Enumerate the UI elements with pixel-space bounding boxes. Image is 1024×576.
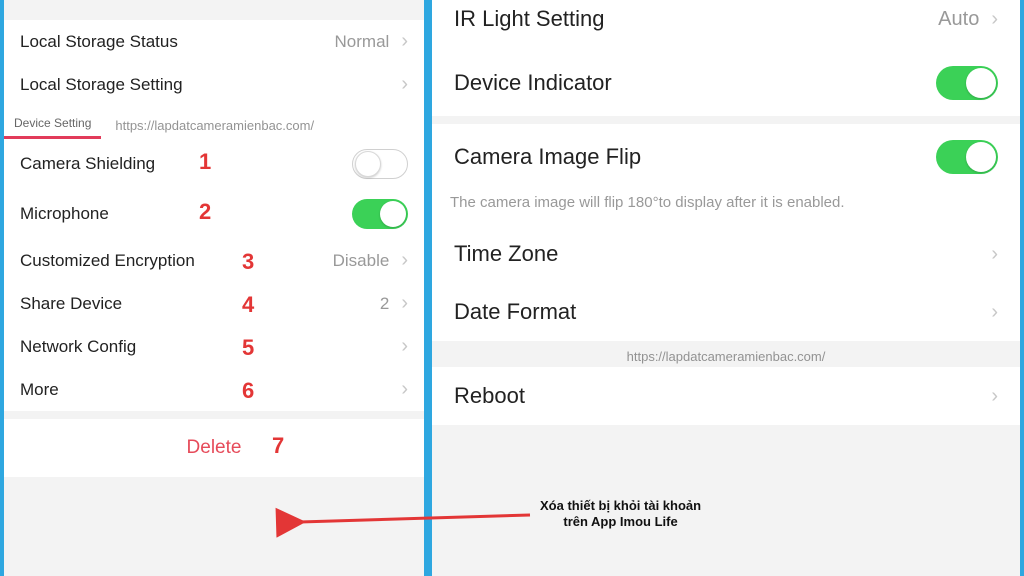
chevron-right-icon: › xyxy=(401,378,408,401)
annotation-number-2: 2 xyxy=(199,199,211,225)
microphone-label: Microphone xyxy=(20,204,109,224)
camera-image-flip-toggle[interactable] xyxy=(936,140,998,174)
local-storage-setting-row[interactable]: Local Storage Setting › xyxy=(4,63,424,106)
date-format-label: Date Format xyxy=(454,299,576,325)
annotation-number-3: 3 xyxy=(242,249,254,275)
microphone-row[interactable]: Microphone xyxy=(4,189,424,239)
chevron-right-icon: › xyxy=(991,301,998,324)
share-device-value: 2 xyxy=(380,294,389,314)
more-label: More xyxy=(20,380,59,400)
network-config-label: Network Config xyxy=(20,337,136,357)
camera-image-flip-row[interactable]: Camera Image Flip xyxy=(432,124,1020,190)
ir-light-row[interactable]: IR Light Setting Auto › xyxy=(432,0,1020,50)
annotation-note: Xóa thiết bị khỏi tài khoản trên App Imo… xyxy=(540,498,701,531)
customized-encryption-row[interactable]: Customized Encryption Disable › xyxy=(4,239,424,282)
ir-light-label: IR Light Setting xyxy=(454,6,604,32)
more-row[interactable]: More › xyxy=(4,368,424,411)
camera-image-flip-label: Camera Image Flip xyxy=(454,144,641,170)
chevron-right-icon: › xyxy=(991,243,998,266)
delete-label: Delete xyxy=(187,437,242,458)
customized-encryption-label: Customized Encryption xyxy=(20,251,195,271)
ir-light-value: Auto xyxy=(938,8,979,31)
device-indicator-row[interactable]: Device Indicator xyxy=(432,50,1020,116)
tab-bar: Device Setting https://lapdatcameramienb… xyxy=(4,106,424,139)
camera-shielding-toggle[interactable] xyxy=(352,149,408,179)
annotation-number-7: 7 xyxy=(272,433,284,459)
device-indicator-toggle[interactable] xyxy=(936,66,998,100)
camera-shielding-row[interactable]: Camera Shielding xyxy=(4,139,424,189)
tab-device-setting[interactable]: Device Setting xyxy=(4,110,101,139)
chevron-right-icon: › xyxy=(401,292,408,315)
local-storage-status-value: Normal xyxy=(335,32,390,52)
annotation-number-5: 5 xyxy=(242,335,254,361)
camera-image-flip-hint: The camera image will flip 180°to displa… xyxy=(432,190,1020,225)
share-device-label: Share Device xyxy=(20,294,122,314)
chevron-right-icon: › xyxy=(401,73,408,96)
chevron-right-icon: › xyxy=(401,249,408,272)
date-format-row[interactable]: Date Format › xyxy=(432,283,1020,341)
reboot-label: Reboot xyxy=(454,383,525,409)
local-storage-setting-label: Local Storage Setting xyxy=(20,75,183,95)
time-zone-label: Time Zone xyxy=(454,241,558,267)
chevron-right-icon: › xyxy=(991,8,998,31)
microphone-toggle[interactable] xyxy=(352,199,408,229)
annotation-number-1: 1 xyxy=(199,149,211,175)
chevron-right-icon: › xyxy=(401,335,408,358)
customized-encryption-value: Disable xyxy=(333,251,390,271)
device-indicator-label: Device Indicator xyxy=(454,70,612,96)
delete-button[interactable]: Delete 7 xyxy=(4,419,424,477)
local-storage-status-row[interactable]: Local Storage Status Normal › xyxy=(4,20,424,63)
annotation-number-4: 4 xyxy=(242,292,254,318)
watermark-text: https://lapdatcameramienbac.com/ xyxy=(627,349,826,364)
chevron-right-icon: › xyxy=(401,30,408,53)
annotation-number-6: 6 xyxy=(242,378,254,404)
watermark-text: https://lapdatcameramienbac.com/ xyxy=(115,118,314,139)
network-config-row[interactable]: Network Config › xyxy=(4,325,424,368)
reboot-row[interactable]: Reboot › xyxy=(432,367,1020,425)
share-device-row[interactable]: Share Device 2 › xyxy=(4,282,424,325)
camera-shielding-label: Camera Shielding xyxy=(20,154,155,174)
time-zone-row[interactable]: Time Zone › xyxy=(432,225,1020,283)
chevron-right-icon: › xyxy=(991,385,998,408)
local-storage-status-label: Local Storage Status xyxy=(20,32,178,52)
